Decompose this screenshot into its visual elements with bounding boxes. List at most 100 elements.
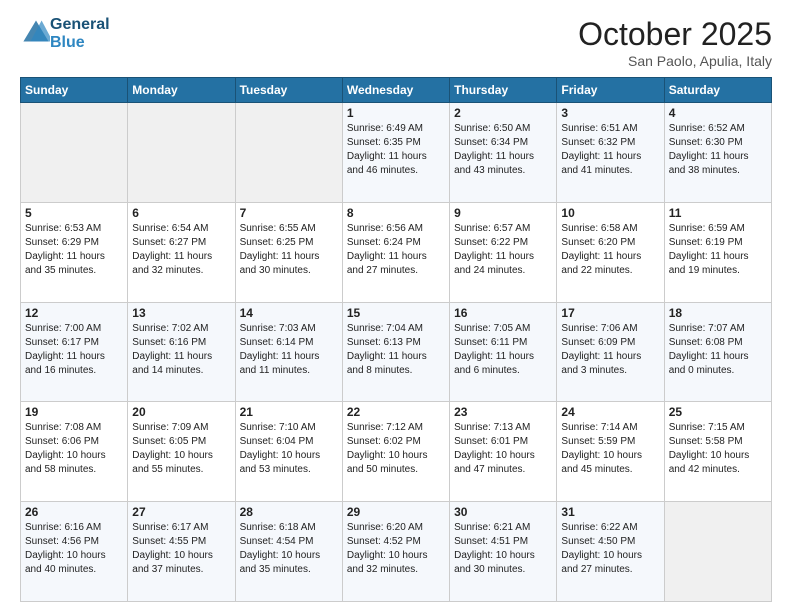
day-info: Sunrise: 7:07 AM Sunset: 6:08 PM Dayligh… [669,322,767,378]
day-info: Sunrise: 6:52 AM Sunset: 6:30 PM Dayligh… [669,122,767,178]
day-number: 19 [25,405,123,419]
day-number: 11 [669,206,767,220]
day-number: 18 [669,306,767,320]
day-number: 22 [347,405,445,419]
location: San Paolo, Apulia, Italy [578,53,772,69]
day-number: 13 [132,306,230,320]
day-number: 26 [25,505,123,519]
day-number: 5 [25,206,123,220]
day-info: Sunrise: 6:56 AM Sunset: 6:24 PM Dayligh… [347,222,445,278]
col-header-saturday: Saturday [664,78,771,103]
week-row-2: 5 Sunrise: 6:53 AM Sunset: 6:29 PM Daylig… [21,202,772,302]
calendar-cell: 24Sunrise: 7:14 AM Sunset: 5:59 PM Dayli… [557,402,664,502]
day-info: Sunrise: 7:10 AM Sunset: 6:04 PM Dayligh… [240,421,338,477]
calendar-cell: 23 Sunrise: 7:13 AM Sunset: 6:01 PM Dayli… [450,402,557,502]
day-info: Sunrise: 6:22 AM Sunset: 4:50 PM Dayligh… [561,521,659,577]
calendar-cell: 8 Sunrise: 6:56 AM Sunset: 6:24 PM Daylig… [342,202,449,302]
day-number: 29 [347,505,445,519]
day-number: 23 [454,405,552,419]
day-info: Sunrise: 7:04 AM Sunset: 6:13 PM Dayligh… [347,322,445,378]
calendar-cell: 4 Sunrise: 6:52 AM Sunset: 6:30 PM Daylig… [664,103,771,203]
header: General Blue October 2025 San Paolo, Apu… [20,16,772,69]
day-number: 3 [561,106,659,120]
calendar-cell: 9Sunrise: 6:57 AM Sunset: 6:22 PM Daylig… [450,202,557,302]
calendar-body: 1 Sunrise: 6:49 AM Sunset: 6:35 PM Daylig… [21,103,772,602]
day-info: Sunrise: 6:54 AM Sunset: 6:27 PM Dayligh… [132,222,230,278]
calendar-cell: 26 Sunrise: 6:16 AM Sunset: 4:56 PM Dayli… [21,502,128,602]
calendar-cell: 18 Sunrise: 7:07 AM Sunset: 6:08 PM Dayli… [664,302,771,402]
calendar-cell: 12 Sunrise: 7:00 AM Sunset: 6:17 PM Dayli… [21,302,128,402]
calendar-cell: 11 Sunrise: 6:59 AM Sunset: 6:19 PM Dayli… [664,202,771,302]
day-info: Sunrise: 7:09 AM Sunset: 6:05 PM Dayligh… [132,421,230,477]
day-info: Sunrise: 7:05 AM Sunset: 6:11 PM Dayligh… [454,322,552,378]
day-number: 28 [240,505,338,519]
day-info: Sunrise: 6:51 AM Sunset: 6:32 PM Dayligh… [561,122,659,178]
calendar-cell: 10 Sunrise: 6:58 AM Sunset: 6:20 PM Dayli… [557,202,664,302]
col-header-friday: Friday [557,78,664,103]
calendar-cell: 30 Sunrise: 6:21 AM Sunset: 4:51 PM Dayli… [450,502,557,602]
day-info: Sunrise: 6:16 AM Sunset: 4:56 PM Dayligh… [25,521,123,577]
calendar-cell: 27 Sunrise: 6:17 AM Sunset: 4:55 PM Dayli… [128,502,235,602]
day-info: Sunrise: 6:57 AM Sunset: 6:22 PM Dayligh… [454,222,552,278]
day-info: Sunrise: 7:08 AM Sunset: 6:06 PM Dayligh… [25,421,123,477]
day-info: Sunrise: 6:21 AM Sunset: 4:51 PM Dayligh… [454,521,552,577]
calendar-cell: 25Sunrise: 7:15 AM Sunset: 5:58 PM Dayli… [664,402,771,502]
day-number: 4 [669,106,767,120]
day-number: 16 [454,306,552,320]
calendar-cell: 13 Sunrise: 7:02 AM Sunset: 6:16 PM Dayli… [128,302,235,402]
calendar-cell: 1 Sunrise: 6:49 AM Sunset: 6:35 PM Daylig… [342,103,449,203]
day-number: 21 [240,405,338,419]
day-info: Sunrise: 6:18 AM Sunset: 4:54 PM Dayligh… [240,521,338,577]
day-info: Sunrise: 7:13 AM Sunset: 6:01 PM Dayligh… [454,421,552,477]
day-info: Sunrise: 7:02 AM Sunset: 6:16 PM Dayligh… [132,322,230,378]
calendar-cell: 17Sunrise: 7:06 AM Sunset: 6:09 PM Dayli… [557,302,664,402]
day-info: Sunrise: 7:03 AM Sunset: 6:14 PM Dayligh… [240,322,338,378]
day-number: 8 [347,206,445,220]
day-info: Sunrise: 6:53 AM Sunset: 6:29 PM Dayligh… [25,222,123,278]
calendar-cell: 19 Sunrise: 7:08 AM Sunset: 6:06 PM Dayli… [21,402,128,502]
day-info: Sunrise: 7:15 AM Sunset: 5:58 PM Dayligh… [669,421,767,477]
col-header-tuesday: Tuesday [235,78,342,103]
calendar-cell: 21 Sunrise: 7:10 AM Sunset: 6:04 PM Dayli… [235,402,342,502]
day-number: 17 [561,306,659,320]
day-info: Sunrise: 6:50 AM Sunset: 6:34 PM Dayligh… [454,122,552,178]
day-info: Sunrise: 6:49 AM Sunset: 6:35 PM Dayligh… [347,122,445,178]
day-number: 12 [25,306,123,320]
calendar-cell [21,103,128,203]
day-info: Sunrise: 6:17 AM Sunset: 4:55 PM Dayligh… [132,521,230,577]
calendar-cell: 5 Sunrise: 6:53 AM Sunset: 6:29 PM Daylig… [21,202,128,302]
calendar-cell: 28 Sunrise: 6:18 AM Sunset: 4:54 PM Dayli… [235,502,342,602]
logo-general: General [50,16,110,34]
day-number: 24 [561,405,659,419]
day-number: 10 [561,206,659,220]
logo-blue: Blue [50,34,110,52]
col-header-monday: Monday [128,78,235,103]
day-info: Sunrise: 6:58 AM Sunset: 6:20 PM Dayligh… [561,222,659,278]
calendar-cell: 15Sunrise: 7:04 AM Sunset: 6:13 PM Dayli… [342,302,449,402]
day-number: 2 [454,106,552,120]
logo-icon [22,19,50,43]
calendar-cell [664,502,771,602]
week-row-4: 19 Sunrise: 7:08 AM Sunset: 6:06 PM Dayli… [21,402,772,502]
week-row-3: 12 Sunrise: 7:00 AM Sunset: 6:17 PM Dayli… [21,302,772,402]
calendar-cell [128,103,235,203]
day-number: 1 [347,106,445,120]
calendar-cell: 3 Sunrise: 6:51 AM Sunset: 6:32 PM Daylig… [557,103,664,203]
day-number: 6 [132,206,230,220]
day-info: Sunrise: 6:55 AM Sunset: 6:25 PM Dayligh… [240,222,338,278]
day-info: Sunrise: 6:59 AM Sunset: 6:19 PM Dayligh… [669,222,767,278]
title-block: October 2025 San Paolo, Apulia, Italy [578,16,772,69]
calendar-header-row: SundayMondayTuesdayWednesdayThursdayFrid… [21,78,772,103]
calendar-cell: 7Sunrise: 6:55 AM Sunset: 6:25 PM Daylig… [235,202,342,302]
col-header-wednesday: Wednesday [342,78,449,103]
day-info: Sunrise: 7:12 AM Sunset: 6:02 PM Dayligh… [347,421,445,477]
calendar-cell: 6 Sunrise: 6:54 AM Sunset: 6:27 PM Daylig… [128,202,235,302]
col-header-thursday: Thursday [450,78,557,103]
day-number: 30 [454,505,552,519]
logo: General Blue [20,16,110,51]
day-number: 31 [561,505,659,519]
day-info: Sunrise: 7:00 AM Sunset: 6:17 PM Dayligh… [25,322,123,378]
day-number: 27 [132,505,230,519]
week-row-1: 1 Sunrise: 6:49 AM Sunset: 6:35 PM Daylig… [21,103,772,203]
month-title: October 2025 [578,16,772,53]
